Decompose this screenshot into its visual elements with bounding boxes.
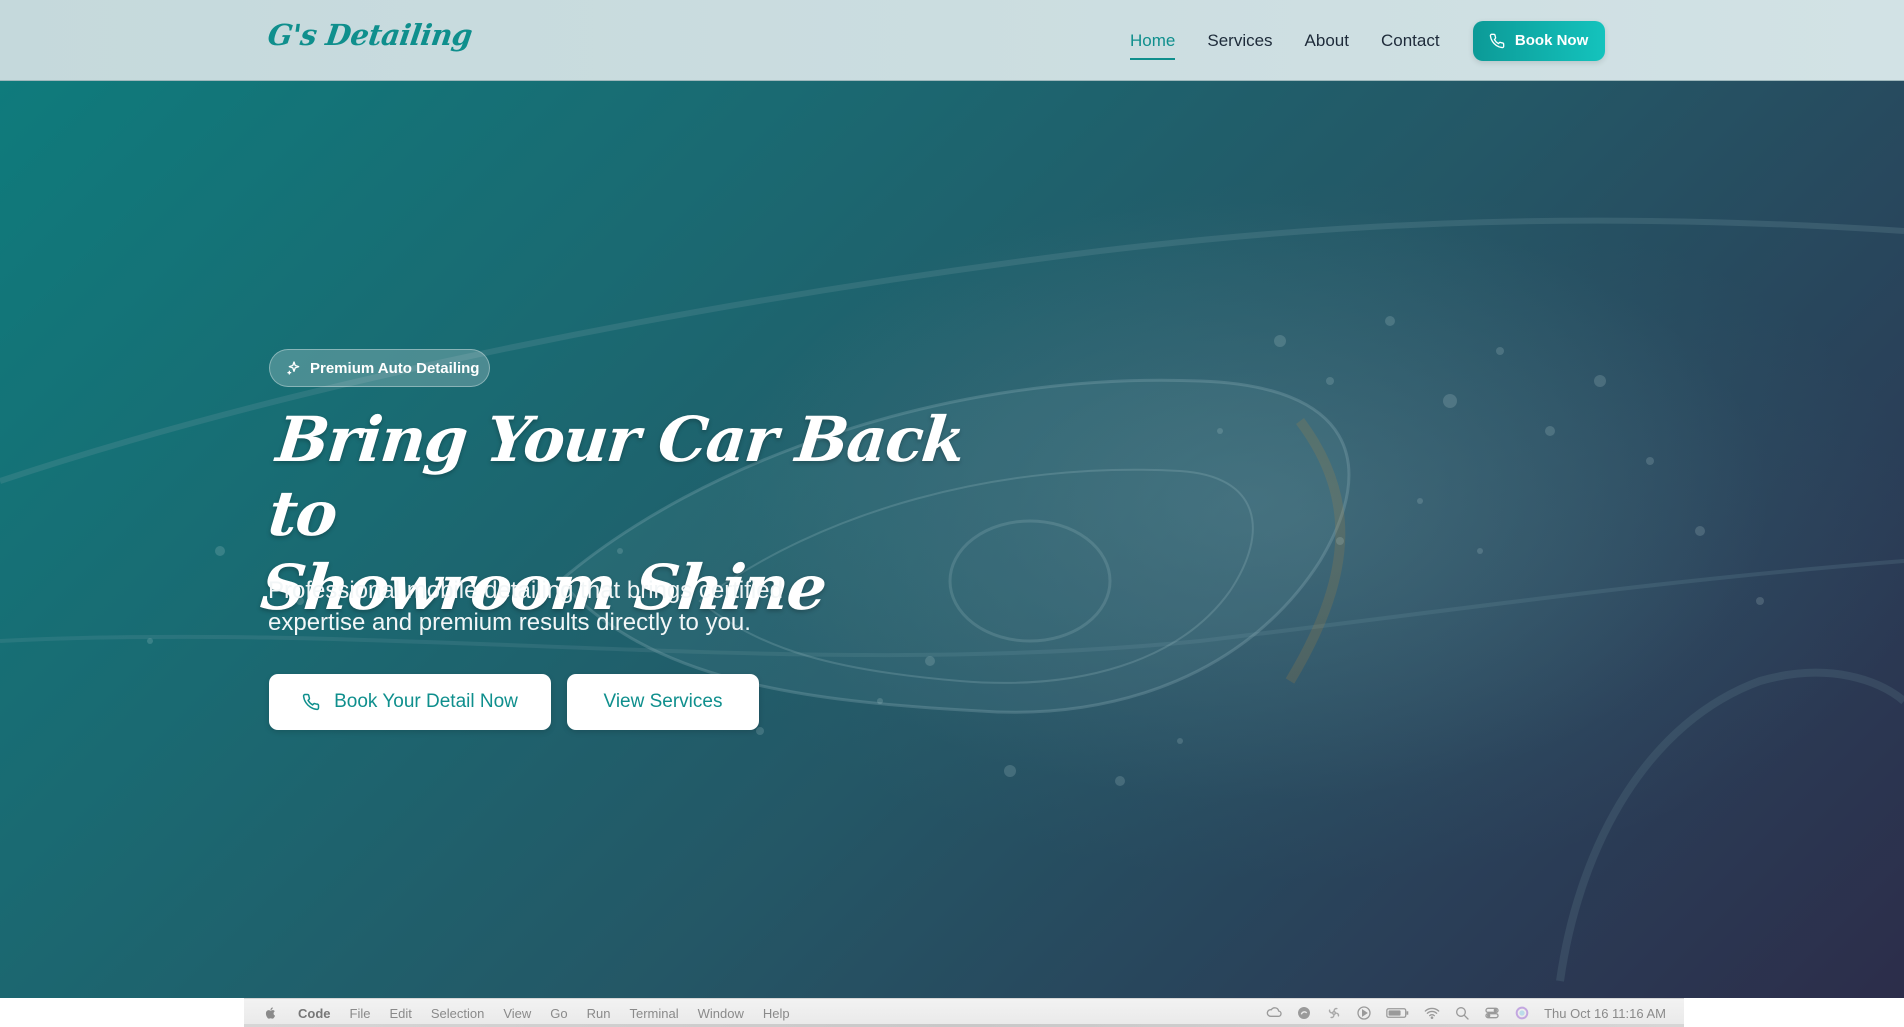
logo[interactable]: G's Detailing bbox=[266, 18, 475, 52]
edge-icon[interactable] bbox=[1296, 1005, 1312, 1021]
hero-section: Premium Auto Detailing Bring Your Car Ba… bbox=[0, 81, 1904, 998]
hero-title-line-1: Bring Your Car Back to bbox=[265, 403, 968, 550]
macos-menu-bar: Code File Edit Selection View Go Run Ter… bbox=[244, 998, 1684, 1027]
main-nav: Home Services About Contact Book Now bbox=[1130, 0, 1605, 81]
menu-terminal[interactable]: Terminal bbox=[630, 1006, 679, 1021]
menu-help[interactable]: Help bbox=[763, 1006, 790, 1021]
book-now-label: Book Now bbox=[1514, 32, 1589, 49]
battery-icon[interactable] bbox=[1386, 1005, 1410, 1021]
menu-run[interactable]: Run bbox=[587, 1006, 611, 1021]
macos-menu: Code File Edit Selection View Go Run Ter… bbox=[244, 999, 809, 1027]
menu-app-name[interactable]: Code bbox=[298, 1006, 331, 1021]
menu-view[interactable]: View bbox=[503, 1006, 531, 1021]
fan-icon[interactable] bbox=[1326, 1005, 1342, 1021]
premium-badge: Premium Auto Detailing bbox=[269, 349, 490, 387]
search-icon[interactable] bbox=[1454, 1005, 1470, 1021]
book-detail-label: Book Your Detail Now bbox=[334, 691, 518, 712]
book-now-button[interactable]: Book Now bbox=[1472, 20, 1605, 61]
menu-clock[interactable]: Thu Oct 16 11:16 AM bbox=[1544, 1006, 1666, 1021]
nav-link-about[interactable]: About bbox=[1305, 25, 1349, 57]
hero-subtitle-line-2: expertise and premium results directly t… bbox=[268, 609, 751, 636]
book-detail-button[interactable]: Book Your Detail Now bbox=[269, 674, 551, 730]
apple-icon[interactable] bbox=[264, 1006, 278, 1020]
play-icon[interactable] bbox=[1356, 1005, 1372, 1021]
macos-status-area: Thu Oct 16 11:16 AM bbox=[1266, 999, 1666, 1027]
nav-link-home[interactable]: Home bbox=[1130, 25, 1176, 60]
wifi-icon[interactable] bbox=[1424, 1005, 1440, 1021]
view-services-button[interactable]: View Services bbox=[567, 674, 759, 730]
hero-actions: Book Your Detail Now View Services bbox=[269, 674, 759, 730]
phone-icon bbox=[302, 693, 320, 711]
hero-subtitle: Professional mobile detailing that bring… bbox=[268, 575, 888, 639]
nav-link-services[interactable]: Services bbox=[1207, 25, 1272, 57]
menu-window[interactable]: Window bbox=[698, 1006, 744, 1021]
sparkles-icon bbox=[287, 361, 300, 375]
creative-cloud-icon[interactable] bbox=[1266, 1005, 1282, 1021]
badge-label: Premium Auto Detailing bbox=[310, 359, 480, 377]
menu-edit[interactable]: Edit bbox=[389, 1006, 411, 1021]
control-center-icon[interactable] bbox=[1484, 1005, 1500, 1021]
siri-icon[interactable] bbox=[1514, 1005, 1530, 1021]
menu-go[interactable]: Go bbox=[550, 1006, 567, 1021]
hero-subtitle-line-1: Professional mobile detailing that bring… bbox=[268, 577, 783, 604]
nav-link-contact[interactable]: Contact bbox=[1381, 25, 1440, 57]
site-header: G's Detailing Home Services About Contac… bbox=[0, 0, 1904, 81]
phone-icon bbox=[1489, 33, 1505, 48]
menu-file[interactable]: File bbox=[350, 1006, 371, 1021]
menu-selection[interactable]: Selection bbox=[431, 1006, 484, 1021]
